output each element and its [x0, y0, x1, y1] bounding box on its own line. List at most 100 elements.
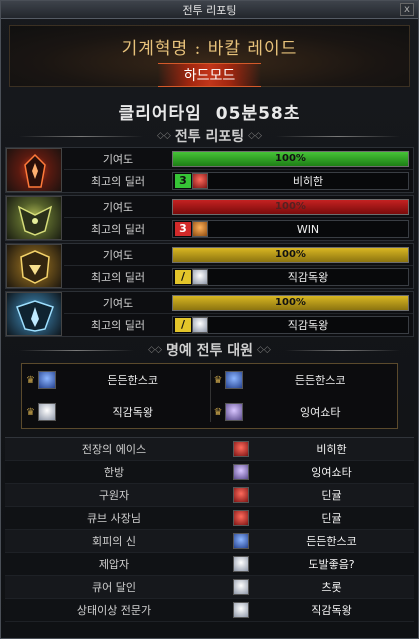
- clear-time: 클리어타임 05분58초: [9, 97, 410, 125]
- contribution-label: 기여도: [102, 296, 134, 310]
- award-title: 한방: [103, 466, 125, 479]
- raid-name: 기계혁명 : 바칼 레이드: [121, 39, 298, 59]
- character-avatar: [233, 441, 249, 457]
- contribution-value: 100%: [275, 152, 306, 164]
- character-avatar: [192, 317, 208, 333]
- award-player-name: 도발좋음?: [308, 558, 355, 571]
- award-player-name: 츠롯: [321, 581, 342, 594]
- character-avatar: [233, 510, 249, 526]
- award-row[interactable]: 구원자 딘귤: [5, 484, 414, 507]
- honor-member[interactable]: ♛ 든든한스코: [22, 364, 210, 396]
- top-dealer-label: 최고의 딜러: [90, 271, 146, 284]
- award-title: 제압자: [98, 558, 130, 571]
- character-avatar: [233, 487, 249, 503]
- report-title-text: 전투 리포팅: [174, 129, 245, 145]
- character-avatar: [192, 173, 208, 189]
- top-dealer-label: 최고의 딜러: [90, 175, 146, 188]
- honor-members-panel: ♛ 든든한스코 ♛ 든든한스코 ♛ 직감독왕 ♛ 잉여쇼타: [21, 363, 398, 429]
- honor-member[interactable]: ♛ 잉여쇼타: [210, 396, 398, 428]
- boss-portrait-icon: [6, 244, 62, 288]
- report-section-title: ◇◇ 전투 리포팅 ◇◇: [9, 125, 410, 147]
- top-dealer: 3 WIN: [172, 220, 409, 238]
- class-badge: /: [175, 270, 191, 284]
- dealer-name: 비히한: [292, 175, 324, 188]
- ornament-left-icon: ◇◇: [148, 345, 162, 355]
- member-name: 든든한스코: [294, 374, 346, 387]
- contribution-label: 기여도: [102, 152, 134, 166]
- awards-list: 전장의 에이스 비히한 한방 잉여쇼타 구원자 딘귤 큐브 사장님 딘귤 회피의…: [5, 437, 414, 622]
- award-row[interactable]: 회피의 신 든든한스코: [5, 530, 414, 553]
- character-avatar: [192, 269, 208, 285]
- character-avatar: [192, 221, 208, 237]
- character-avatar: [37, 371, 56, 389]
- top-dealer: / 직감독왕: [172, 316, 409, 334]
- dealer-name: 직감독왕: [287, 319, 329, 332]
- top-dealer: / 직감독왕: [172, 268, 409, 286]
- character-avatar: [233, 602, 249, 618]
- character-avatar: [233, 533, 249, 549]
- award-player-name: 비히한: [316, 443, 347, 456]
- clear-time-value: 05분58초: [215, 103, 301, 124]
- award-row[interactable]: 큐브 사장님 딘귤: [5, 507, 414, 530]
- award-row[interactable]: 제압자 도발좋음?: [5, 553, 414, 576]
- crown-icon: ♛: [26, 374, 35, 386]
- crown-icon: ♛: [213, 406, 223, 418]
- ornament-right-icon: ◇◇: [248, 131, 262, 141]
- award-player-name: 딘귤: [321, 512, 342, 525]
- close-button[interactable]: x: [400, 3, 414, 16]
- contribution-value: 100%: [275, 200, 306, 212]
- contribution-value: 100%: [275, 248, 306, 260]
- boss-portrait-icon: [6, 292, 62, 336]
- award-row[interactable]: 큐어 달인 츠롯: [5, 576, 414, 599]
- class-badge: /: [175, 318, 191, 332]
- class-badge: 3: [175, 222, 191, 236]
- battle-report-window: 전투 리포팅 x 기계혁명 : 바칼 레이드 하드모드 클리어타임 05분58초…: [0, 0, 419, 639]
- award-title: 구원자: [98, 489, 130, 502]
- boss-row: 기여도 100% 최고의 딜러 / 직감독왕: [5, 291, 414, 337]
- window-title: 전투 리포팅: [182, 3, 237, 17]
- award-title: 큐브 사장님: [86, 512, 142, 525]
- award-player-name: 잉여쇼타: [311, 466, 352, 479]
- award-player-name: 든든한스코: [306, 535, 357, 548]
- contribution-bar: 100%: [172, 294, 409, 311]
- ornament-left-icon: ◇◇: [157, 131, 171, 141]
- clear-time-label: 클리어타임: [118, 103, 202, 124]
- title-bar[interactable]: 전투 리포팅 x: [1, 1, 418, 19]
- award-title: 큐어 달인: [92, 581, 136, 594]
- award-player-name: 직감독왕: [311, 604, 352, 617]
- top-dealer-label: 최고의 딜러: [90, 223, 146, 236]
- character-avatar: [233, 464, 249, 480]
- boss-row: 기여도 100% 최고의 딜러 / 직감독왕: [5, 243, 414, 289]
- class-badge: 3: [175, 174, 191, 188]
- award-title: 상태이상 전문가: [76, 604, 152, 617]
- boss-row: 기여도 100% 최고의 딜러 3 WIN: [5, 195, 414, 241]
- award-row[interactable]: 상태이상 전문가 직감독왕: [5, 599, 414, 622]
- award-row[interactable]: 전장의 에이스 비히한: [5, 438, 414, 461]
- award-row[interactable]: 한방 잉여쇼타: [5, 461, 414, 484]
- award-title: 전장의 에이스: [81, 443, 147, 456]
- character-avatar: [233, 579, 249, 595]
- honor-title-text: 명예 전투 대원: [165, 343, 254, 359]
- award-player-name: 딘귤: [321, 489, 342, 502]
- boss-row: 기여도 100% 최고의 딜러 3 비히한: [5, 147, 414, 193]
- crown-icon: ♛: [26, 406, 35, 418]
- character-avatar: [225, 403, 244, 421]
- member-name: 든든한스코: [107, 374, 159, 387]
- honor-member[interactable]: ♛ 든든한스코: [210, 364, 398, 396]
- contribution-bar: 100%: [172, 150, 409, 167]
- contribution-value: 100%: [275, 296, 306, 308]
- contribution-label: 기여도: [102, 248, 134, 262]
- contribution-bar: 100%: [172, 198, 409, 215]
- award-title: 회피의 신: [92, 535, 136, 548]
- top-dealer: 3 비히한: [172, 172, 409, 190]
- top-dealer-label: 최고의 딜러: [90, 319, 146, 332]
- raid-header: 기계혁명 : 바칼 레이드 하드모드: [9, 25, 410, 87]
- contribution-label: 기여도: [102, 200, 134, 214]
- boss-portrait-icon: [6, 196, 62, 240]
- dealer-name: 직감독왕: [287, 271, 329, 284]
- boss-portrait-icon: [6, 148, 62, 192]
- crown-icon: ♛: [213, 374, 223, 386]
- honor-member[interactable]: ♛ 직감독왕: [22, 396, 210, 428]
- character-avatar: [225, 371, 244, 389]
- contribution-bar: 100%: [172, 246, 409, 263]
